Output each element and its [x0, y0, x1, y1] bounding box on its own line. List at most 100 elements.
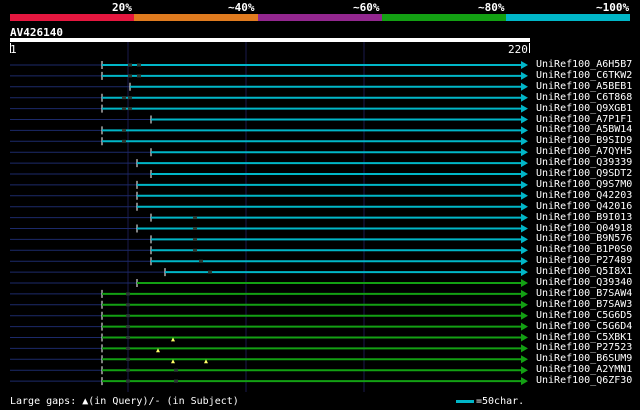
hit-label[interactable]: UniRef100_Q9SDT2: [536, 168, 632, 179]
gap-marker: [193, 248, 197, 252]
hit-row: [10, 257, 528, 266]
footer-legend: Large gaps: ▲(in Query)/‐ (in Subject): [10, 396, 239, 407]
hit-row: [10, 359, 528, 375]
hit-label[interactable]: UniRef100_C5XBK1: [536, 332, 632, 343]
hit-arrow: [521, 289, 528, 298]
hit-arrow: [521, 82, 528, 91]
hit-label[interactable]: UniRef100_C6TKW2: [536, 70, 632, 81]
hit-arrow: [521, 246, 528, 255]
hit-arrow: [521, 191, 528, 200]
hit-label[interactable]: UniRef100_B1P0S0: [536, 244, 632, 255]
gap-marker: [174, 379, 178, 383]
hit-row: [10, 170, 528, 178]
hit-arrow: [521, 126, 528, 135]
hit-arrow: [521, 344, 528, 353]
hit-row: [10, 93, 528, 102]
hit-label[interactable]: UniRef100_Q04918: [536, 223, 632, 234]
hit-row: [10, 61, 528, 69]
hit-arrow: [521, 224, 528, 233]
hit-row: [10, 377, 528, 386]
gap-marker: [126, 314, 130, 318]
hit-arrow: [521, 235, 528, 244]
hit-arrow: [521, 61, 528, 69]
hit-label[interactable]: UniRef100_A6H5B7: [536, 59, 632, 70]
hit-label[interactable]: UniRef100_Q42016: [536, 201, 632, 212]
hit-label[interactable]: UniRef100_B9SID9: [536, 135, 632, 146]
gap-marker: [199, 259, 203, 263]
gap-marker: [128, 63, 132, 67]
gap-marker: [122, 139, 126, 143]
hit-label[interactable]: UniRef100_P27489: [536, 255, 632, 266]
hit-arrow: [521, 257, 528, 266]
hit-arrow: [521, 333, 528, 342]
hit-arrow: [521, 71, 528, 80]
hit-row: [10, 213, 528, 222]
hit-label[interactable]: UniRef100_B9I013: [536, 212, 632, 223]
gap-marker: [174, 368, 178, 372]
hit-arrow: [521, 93, 528, 102]
hit-label[interactable]: UniRef100_C5G6D4: [536, 321, 632, 332]
hit-arrow: [521, 202, 528, 211]
hit-arrow: [521, 300, 528, 309]
hit-label[interactable]: UniRef100_Q6ZF30: [536, 375, 632, 386]
hit-arrow: [521, 322, 528, 331]
hit-arrow: [521, 213, 528, 222]
hit-row: [10, 311, 528, 320]
gap-marker: [126, 325, 130, 329]
hit-row: [10, 180, 528, 189]
hit-label[interactable]: UniRef100_B6SUM9: [536, 353, 632, 364]
gap-marker: [126, 346, 130, 350]
hit-label[interactable]: UniRef100_Q5I8X1: [536, 266, 632, 277]
hit-label[interactable]: UniRef100_P27523: [536, 342, 632, 353]
gap-marker: [126, 303, 130, 307]
hit-label[interactable]: UniRef100_Q42203: [536, 190, 632, 201]
gap-marker: [122, 107, 126, 111]
hit-arrow: [521, 355, 528, 364]
hit-label[interactable]: UniRef100_Q9S7M0: [536, 179, 632, 190]
hit-label[interactable]: UniRef100_A7QYH5: [536, 146, 632, 157]
hit-label[interactable]: UniRef100_Q39339: [536, 157, 632, 168]
hit-arrow: [521, 170, 528, 178]
hit-label[interactable]: UniRef100_C6T868: [536, 92, 632, 103]
gap-marker: [137, 74, 141, 78]
hit-row: [10, 148, 528, 157]
hit-arrow: [521, 311, 528, 320]
gap-marker: [193, 237, 197, 241]
hit-label[interactable]: UniRef100_A5BEB1: [536, 81, 632, 92]
hit-label[interactable]: UniRef100_A2YMN1: [536, 364, 632, 375]
hit-arrow: [521, 115, 528, 124]
hit-arrow: [521, 137, 528, 146]
hit-label[interactable]: UniRef100_A7P1F1: [536, 114, 632, 125]
hit-row: [10, 333, 528, 342]
gap-marker: [126, 368, 130, 372]
hit-label[interactable]: UniRef100_Q9XGB1: [536, 103, 632, 114]
scale-legend: =50char.: [456, 396, 524, 407]
hit-label[interactable]: UniRef100_B7SAW4: [536, 288, 632, 299]
gap-marker: [122, 96, 126, 100]
hit-label[interactable]: UniRef100_B7SAW3: [536, 299, 632, 310]
hit-row: [10, 137, 528, 146]
hit-label[interactable]: UniRef100_A5BW14: [536, 124, 632, 135]
hit-arrow: [521, 180, 528, 189]
gap-marker: [126, 379, 130, 383]
scale-text: =50char.: [476, 396, 525, 407]
hit-row: [10, 348, 528, 364]
hit-arrow: [521, 104, 528, 113]
gap-marker: [128, 96, 132, 100]
gap-marker: [193, 216, 197, 220]
gap-marker: [208, 270, 212, 274]
hit-arrow: [521, 366, 528, 375]
hit-row: [10, 126, 528, 135]
hit-row: [10, 322, 528, 331]
gap-marker: [193, 227, 197, 230]
hit-row: [10, 337, 528, 353]
hit-label[interactable]: UniRef100_C5G6D5: [536, 310, 632, 321]
scale-bar: [456, 399, 474, 403]
hit-label[interactable]: UniRef100_B9N576: [536, 233, 632, 244]
hit-label[interactable]: UniRef100_Q39340: [536, 277, 632, 288]
hit-arrow: [521, 268, 528, 277]
hit-arrow: [521, 159, 528, 168]
hit-row: [10, 82, 528, 91]
gap-marker: [126, 357, 130, 361]
hit-row: [10, 289, 528, 298]
